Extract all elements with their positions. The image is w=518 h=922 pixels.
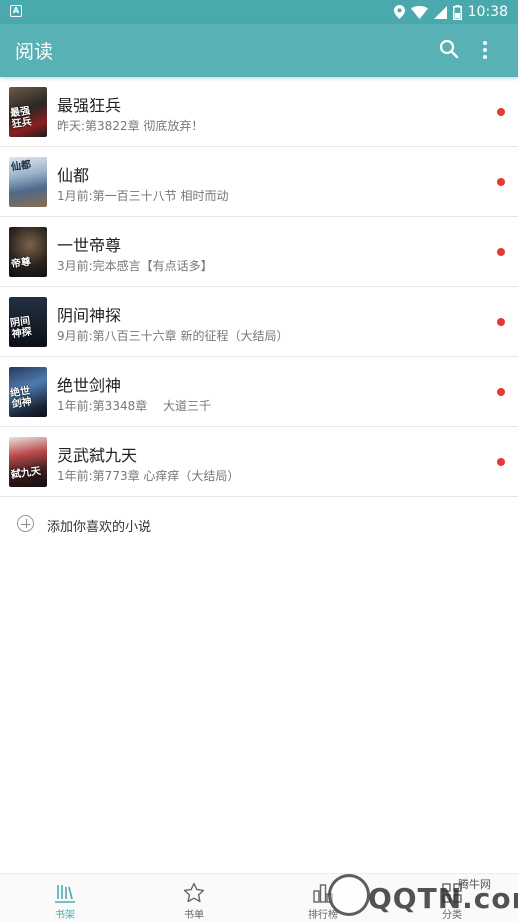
book-cover: 弑九天 [9,437,47,487]
book-latest-chapter: 昨天:第3822章 彻底放弃！ [57,119,204,133]
book-title: 仙都 [57,166,90,185]
page-title: 阅读 [15,41,54,63]
book-cover: 最强 狂兵 [9,87,47,137]
app-toolbar: 阅读 [0,24,518,77]
nav-tab-category[interactable]: 分类 [402,874,502,922]
book-title: 最强狂兵 [57,96,122,115]
cover-title-art: 帝尊 [10,256,32,271]
unread-dot [497,458,505,466]
add-novel-button[interactable]: 添加你喜欢的小说 [0,497,518,553]
nav-tab-bookshelf[interactable]: 书架 [15,874,115,922]
status-icons: 10:38 [393,2,508,22]
nav-label: 书单 [184,910,204,921]
book-item[interactable]: 最强 狂兵 最强狂兵 昨天:第3822章 彻底放弃！ [0,77,518,147]
signal-icon [433,5,447,19]
book-title: 绝世剑神 [57,376,122,395]
ranking-icon [313,884,333,903]
unread-dot [497,318,505,326]
add-circle-icon [17,515,34,532]
cover-title-art: 绝世 剑神 [9,385,33,411]
book-title: 灵武弑九天 [57,446,138,465]
location-icon [393,5,405,19]
cover-title-art: 仙都 [10,159,32,174]
cover-title-art: 最强 狂兵 [9,105,33,131]
app-screen: A 10:38 阅读 最强 狂兵 最强狂兵 昨天:第3822章 彻底放弃！ 仙都… [0,0,518,922]
book-cover: 阴间 神探 [9,297,47,347]
book-latest-chapter: 3月前:完本感言【有点话多】 [57,259,213,273]
search-icon[interactable] [438,38,460,60]
book-item[interactable]: 仙都 仙都 1月前:第一百三十八节 相时而动 [0,147,518,217]
cover-title-art: 阴间 神探 [9,315,33,341]
cover-title-art: 弑九天 [10,465,42,482]
book-item[interactable]: 弑九天 灵武弑九天 1年前:第773章 心痒痒（大结局） [0,427,518,497]
book-cover: 帝尊 [9,227,47,277]
book-latest-chapter: 1月前:第一百三十八节 相时而动 [57,189,229,203]
wifi-icon [410,5,428,19]
more-vert-icon[interactable] [478,38,492,62]
book-latest-chapter: 9月前:第八百三十六章 新的征程（大结局） [57,329,289,343]
unread-dot [497,178,505,186]
add-novel-label: 添加你喜欢的小说 [47,520,152,535]
nav-label: 排行榜 [308,910,338,921]
battery-icon [452,4,462,20]
category-icon [442,883,462,903]
book-latest-chapter: 1年前:第773章 心痒痒（大结局） [57,469,240,483]
nav-tab-ranking[interactable]: 排行榜 [273,874,373,922]
bottom-navigation: 书架 书单 排行榜 分类 [0,873,518,922]
book-cover: 仙都 [9,157,47,207]
book-item[interactable]: 绝世 剑神 绝世剑神 1年前:第3348章 大道三千 [0,357,518,427]
book-cover: 绝世 剑神 [9,367,47,417]
book-latest-chapter: 1年前:第3348章 大道三千 [57,399,212,413]
nav-label: 书架 [55,910,75,921]
status-time: 10:38 [467,4,508,20]
unread-dot [497,108,505,116]
book-item[interactable]: 阴间 神探 阴间神探 9月前:第八百三十六章 新的征程（大结局） [0,287,518,357]
status-bar: A 10:38 [0,0,518,24]
star-icon [183,882,205,903]
notification-app-icon: A [10,5,22,17]
bookshelf-list: 最强 狂兵 最强狂兵 昨天:第3822章 彻底放弃！ 仙都 仙都 1月前:第一百… [0,77,518,553]
nav-tab-booklist[interactable]: 书单 [144,874,244,922]
unread-dot [497,388,505,396]
book-title: 一世帝尊 [57,236,122,255]
bookshelf-icon [55,885,75,903]
book-item[interactable]: 帝尊 一世帝尊 3月前:完本感言【有点话多】 [0,217,518,287]
nav-label: 分类 [442,910,462,921]
book-title: 阴间神探 [57,306,122,325]
unread-dot [497,248,505,256]
